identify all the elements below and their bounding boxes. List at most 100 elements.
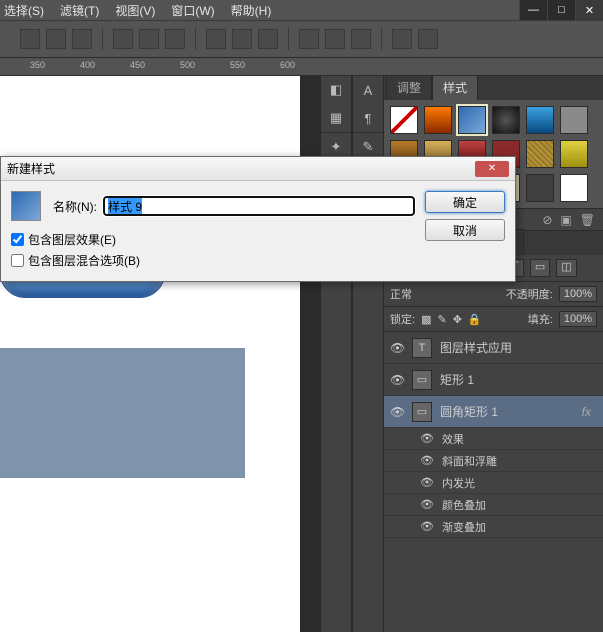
effect-row[interactable]: 👁 斜面和浮雕 <box>384 450 603 472</box>
distribute-icon[interactable] <box>325 29 345 49</box>
ruler-tick: 450 <box>130 60 145 70</box>
menu-help[interactable]: 帮助(H) <box>231 2 272 19</box>
effect-name: 渐变叠加 <box>442 519 486 535</box>
menu-window[interactable]: 窗口(W) <box>171 2 214 19</box>
lock-fill-row: 锁定: ▩ ✎ ✥ 🔒 填充: 100% <box>384 307 603 332</box>
break-link-icon[interactable]: ⊘ <box>542 213 552 227</box>
visibility-icon[interactable]: 👁 <box>390 373 404 387</box>
menu-bar: 选择(S) 滤镜(T) 视图(V) 窗口(W) 帮助(H) <box>0 0 603 20</box>
checkbox-label: 包含图层混合选项(B) <box>28 252 140 269</box>
align-icon[interactable] <box>113 29 133 49</box>
arrange-icon[interactable] <box>418 29 438 49</box>
arrange-icon[interactable] <box>392 29 412 49</box>
style-swatch[interactable] <box>526 106 554 134</box>
distribute-icon[interactable] <box>351 29 371 49</box>
style-swatch[interactable] <box>526 174 554 202</box>
fx-badge[interactable]: fx <box>582 405 591 419</box>
distribute-icon[interactable] <box>258 29 278 49</box>
style-swatch[interactable] <box>560 140 588 168</box>
window-controls: — □ ✕ <box>519 0 603 20</box>
ruler-tick: 400 <box>80 60 95 70</box>
minimize-button[interactable]: — <box>519 0 547 20</box>
visibility-icon[interactable]: 👁 <box>390 405 404 419</box>
layers-panel: 图层 通道 路径 ρ 类型 ≑ ▢ ◐ T ▭ ◫ 正常 不透明度: 100% … <box>384 231 603 632</box>
style-swatch[interactable] <box>424 106 452 134</box>
options-bar <box>0 20 603 58</box>
visibility-icon[interactable]: 👁 <box>420 498 434 511</box>
menu-select[interactable]: 选择(S) <box>4 2 44 19</box>
style-name-input[interactable] <box>103 196 415 216</box>
dialog-titlebar[interactable]: 新建样式 ✕ <box>1 157 515 181</box>
ok-button[interactable]: 确定 <box>425 191 505 213</box>
actions-icon[interactable]: ▦ <box>321 104 351 132</box>
align-icon[interactable] <box>20 29 40 49</box>
visibility-icon[interactable]: 👁 <box>420 454 434 467</box>
shape-layer-icon: ▭ <box>412 370 432 390</box>
paragraph-icon[interactable]: ¶ <box>353 104 383 132</box>
effect-row[interactable]: 👁 内发光 <box>384 472 603 494</box>
lock-pixels-icon[interactable]: ✎ <box>437 313 446 326</box>
distribute-icon[interactable] <box>206 29 226 49</box>
character-icon[interactable]: A <box>353 76 383 104</box>
cancel-button[interactable]: 取消 <box>425 219 505 241</box>
style-swatch[interactable] <box>390 106 418 134</box>
shape-layer-icon: ▭ <box>412 402 432 422</box>
blend-mode-select[interactable]: 正常 <box>390 286 460 302</box>
tab-styles[interactable]: 样式 <box>432 74 478 100</box>
style-swatch[interactable] <box>560 106 588 134</box>
align-icon[interactable] <box>139 29 159 49</box>
visibility-icon[interactable]: 👁 <box>390 341 404 355</box>
style-swatch[interactable] <box>492 106 520 134</box>
opacity-value[interactable]: 100% <box>559 286 597 302</box>
tab-adjustments[interactable]: 调整 <box>386 74 432 100</box>
ruler-tick: 350 <box>30 60 45 70</box>
effect-row[interactable]: 👁 渐变叠加 <box>384 516 603 538</box>
maximize-button[interactable]: □ <box>547 0 575 20</box>
style-preview-swatch <box>11 191 41 221</box>
layer-name[interactable]: 矩形 1 <box>440 371 474 388</box>
style-swatch[interactable] <box>560 174 588 202</box>
filter-shape-icon[interactable]: ▭ <box>530 259 550 277</box>
filter-smart-icon[interactable]: ◫ <box>556 259 576 277</box>
visibility-icon[interactable]: 👁 <box>420 520 434 533</box>
ruler-tick: 550 <box>230 60 245 70</box>
align-icon[interactable] <box>46 29 66 49</box>
rect-shape <box>0 348 245 478</box>
include-blend-checkbox-input[interactable] <box>11 254 24 267</box>
distribute-icon[interactable] <box>299 29 319 49</box>
layer-row[interactable]: 👁 T 图层样式应用 <box>384 332 603 364</box>
effects-header-row[interactable]: 👁 效果 <box>384 428 603 450</box>
layer-row[interactable]: 👁 ▭ 圆角矩形 1 fx <box>384 396 603 428</box>
align-icon[interactable] <box>72 29 92 49</box>
effect-row[interactable]: 👁 颜色叠加 <box>384 494 603 516</box>
blend-opacity-row: 正常 不透明度: 100% <box>384 282 603 307</box>
close-button[interactable]: ✕ <box>575 0 603 20</box>
style-swatch[interactable] <box>458 106 486 134</box>
style-swatch[interactable] <box>526 140 554 168</box>
fill-value[interactable]: 100% <box>559 311 597 327</box>
lock-transparent-icon[interactable]: ▩ <box>421 313 431 326</box>
visibility-icon[interactable]: 👁 <box>420 476 434 489</box>
distribute-icon[interactable] <box>232 29 252 49</box>
dialog-close-button[interactable]: ✕ <box>475 161 509 177</box>
effect-name: 内发光 <box>442 475 475 491</box>
layer-name[interactable]: 图层样式应用 <box>440 339 512 356</box>
layer-name[interactable]: 圆角矩形 1 <box>440 403 498 420</box>
menu-view[interactable]: 视图(V) <box>115 2 155 19</box>
name-label: 名称(N): <box>53 198 97 215</box>
menu-filter[interactable]: 滤镜(T) <box>60 2 99 19</box>
align-icon[interactable] <box>165 29 185 49</box>
effect-name: 颜色叠加 <box>442 497 486 513</box>
effect-name: 斜面和浮雕 <box>442 453 497 469</box>
layer-row[interactable]: 👁 ▭ 矩形 1 <box>384 364 603 396</box>
include-effects-checkbox-input[interactable] <box>11 233 24 246</box>
include-blend-checkbox[interactable]: 包含图层混合选项(B) <box>11 252 415 269</box>
lock-all-icon[interactable]: 🔒 <box>468 313 482 326</box>
history-icon[interactable]: ◧ <box>321 76 351 104</box>
new-style-icon[interactable]: ▣ <box>560 213 571 227</box>
visibility-icon[interactable]: 👁 <box>420 432 434 445</box>
trash-icon[interactable]: 🗑 <box>580 213 595 227</box>
opacity-label: 不透明度: <box>506 286 553 302</box>
lock-position-icon[interactable]: ✥ <box>453 313 462 326</box>
include-effects-checkbox[interactable]: 包含图层效果(E) <box>11 231 415 248</box>
